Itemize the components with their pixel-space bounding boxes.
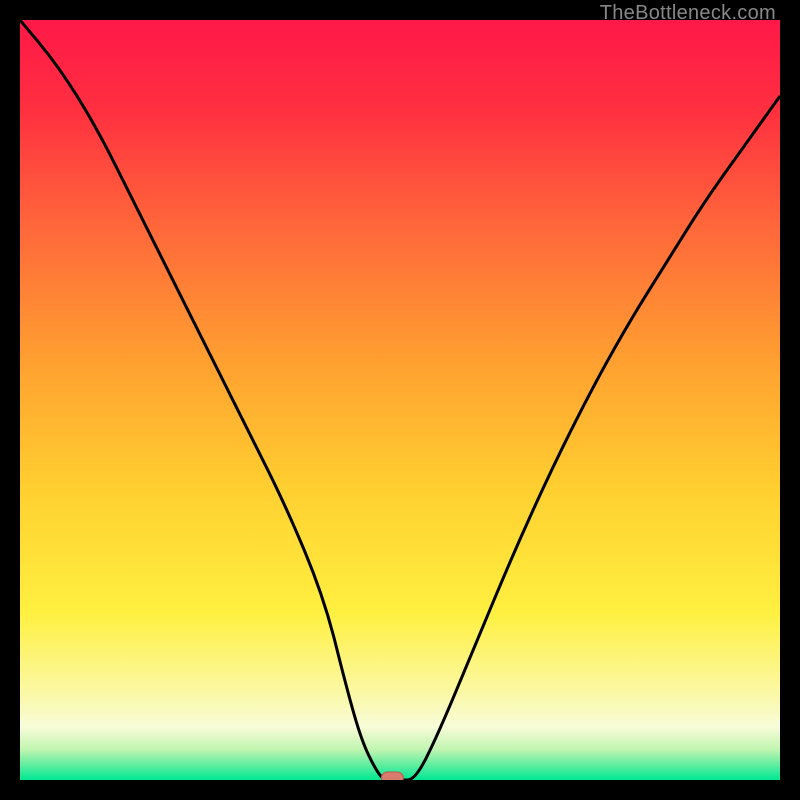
optimal-marker <box>381 772 403 780</box>
chart-plot-area <box>20 20 780 780</box>
watermark-text: TheBottleneck.com <box>600 2 776 25</box>
gradient-background <box>20 20 780 780</box>
chart-svg <box>20 20 780 780</box>
